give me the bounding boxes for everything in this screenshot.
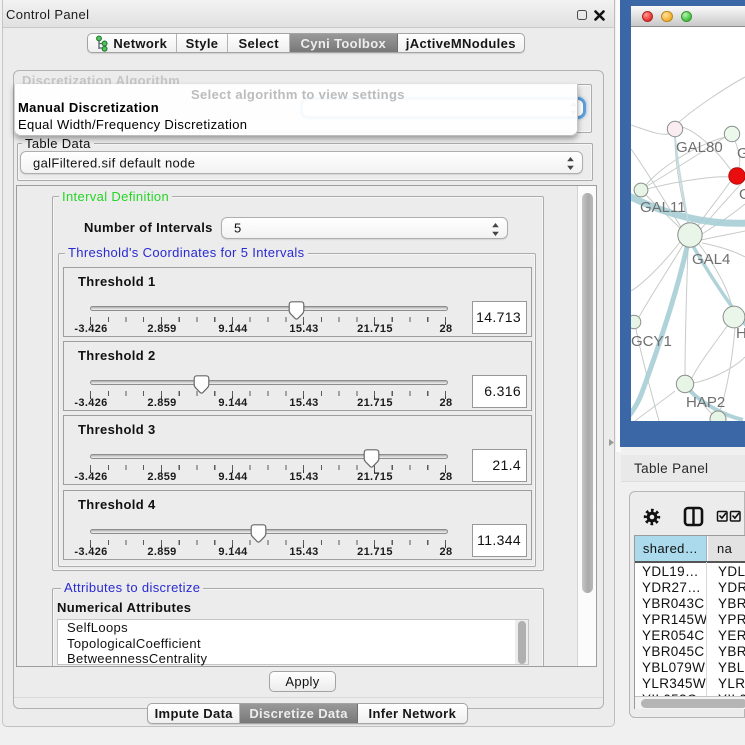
svg-text:GAL80: GAL80 [676,139,723,156]
svg-text:GAL11: GAL11 [640,199,686,216]
svg-text:G: G [739,186,745,203]
svg-text:H: H [736,325,745,342]
svg-text:GAL4: GAL4 [692,251,730,268]
svg-text:GCY1: GCY1 [631,333,672,350]
svg-text:G.: G. [737,145,745,162]
svg-text:HAP2: HAP2 [686,394,725,411]
